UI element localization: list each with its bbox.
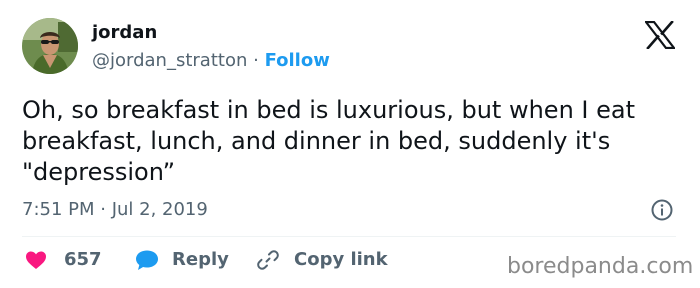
watermark: boredpanda.com [507, 254, 694, 279]
link-icon [256, 248, 280, 272]
tweet-timestamp[interactable]: 7:51 PM · Jul 2, 2019 [22, 199, 208, 221]
tweet-text: Oh, so breakfast in bed is luxurious, bu… [22, 96, 635, 186]
separator-dot: · [253, 50, 259, 71]
divider [22, 236, 676, 237]
reply-bubble-icon [134, 248, 160, 272]
heart-icon [24, 248, 48, 272]
author-handle[interactable]: @jordan_stratton [92, 50, 247, 71]
follow-button[interactable]: Follow [265, 50, 330, 71]
like-button[interactable]: 657 [24, 248, 102, 272]
author-name[interactable]: jordan [92, 22, 157, 44]
reply-label: Reply [172, 249, 229, 270]
avatar[interactable] [22, 18, 78, 74]
x-logo-icon[interactable] [643, 20, 677, 50]
author-handle-row: @jordan_stratton · Follow [92, 50, 330, 72]
info-icon[interactable] [650, 198, 674, 222]
like-count: 657 [64, 249, 102, 270]
copy-link-button[interactable]: Copy link [256, 248, 388, 272]
reply-button[interactable]: Reply [134, 248, 229, 272]
copy-link-label: Copy link [294, 249, 388, 270]
